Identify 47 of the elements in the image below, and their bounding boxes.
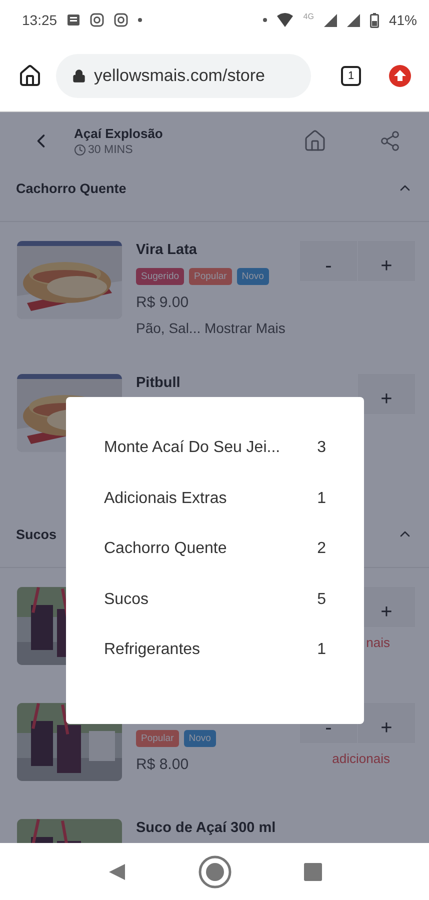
item-description: Pão, Sal... Mostrar Mais	[136, 320, 286, 336]
quantity-button[interactable]: +	[358, 703, 415, 743]
menu-item[interactable]: Sucos 5	[104, 574, 326, 625]
battery-percent: 41%	[388, 12, 417, 28]
dot-icon	[138, 18, 142, 22]
signal-icon	[346, 14, 360, 26]
home-icon[interactable]	[18, 64, 42, 88]
show-more-link[interactable]: Mostrar Mais	[204, 320, 286, 336]
section-title: Cachorro Quente	[16, 180, 126, 198]
menu-item[interactable]: Adicionais Extras 1	[104, 474, 326, 524]
signal-icon	[324, 14, 337, 26]
quantity-button[interactable]: +	[358, 241, 415, 281]
address-bar[interactable]: yellowsmais.com/store	[56, 54, 311, 98]
wifi-icon	[277, 13, 294, 27]
tag: Novo	[184, 730, 216, 747]
clock-icon	[74, 144, 86, 156]
store-name: Açaí Explosão	[74, 126, 164, 141]
item-name: Pitbull	[136, 375, 180, 391]
section-title: Sucos	[16, 526, 57, 544]
back-icon[interactable]	[108, 862, 126, 880]
tag: Sugerido	[136, 268, 184, 285]
addons-link[interactable]: adicionais	[300, 751, 415, 766]
tag: Novo	[236, 268, 269, 285]
camera-icon	[90, 13, 104, 27]
item-price: R$ 8.00	[136, 756, 190, 773]
clock-time: 13:25	[22, 12, 58, 28]
dot-icon	[263, 18, 268, 22]
tab-count[interactable]: 1	[341, 66, 361, 86]
message-icon	[67, 14, 80, 26]
camera-icon	[114, 13, 128, 27]
quantity-button[interactable]: -	[300, 241, 357, 281]
item-name: Suco de Açaí 300 ml	[136, 820, 276, 836]
lock-icon	[72, 68, 86, 82]
menu-item[interactable]: Monte Acaí Do Seu Jei... 3	[104, 423, 326, 474]
quantity-button[interactable]: +	[358, 374, 415, 414]
item-price: R$ 9.00	[136, 294, 190, 311]
overview-icon[interactable]	[304, 862, 322, 880]
delivery-time: 30 MINS	[74, 144, 303, 156]
tag: Popular	[136, 730, 179, 747]
menu-item[interactable]: Cachorro Quente 2	[104, 524, 326, 574]
network-type: 4G	[303, 12, 314, 21]
tag: Popular	[189, 268, 232, 285]
item-name: Vira Lata	[136, 242, 197, 258]
battery-icon	[370, 12, 379, 28]
upload-icon[interactable]	[389, 64, 411, 86]
menu-item[interactable]: Refrigerantes 1	[104, 625, 326, 676]
share-icon[interactable]	[379, 130, 401, 152]
